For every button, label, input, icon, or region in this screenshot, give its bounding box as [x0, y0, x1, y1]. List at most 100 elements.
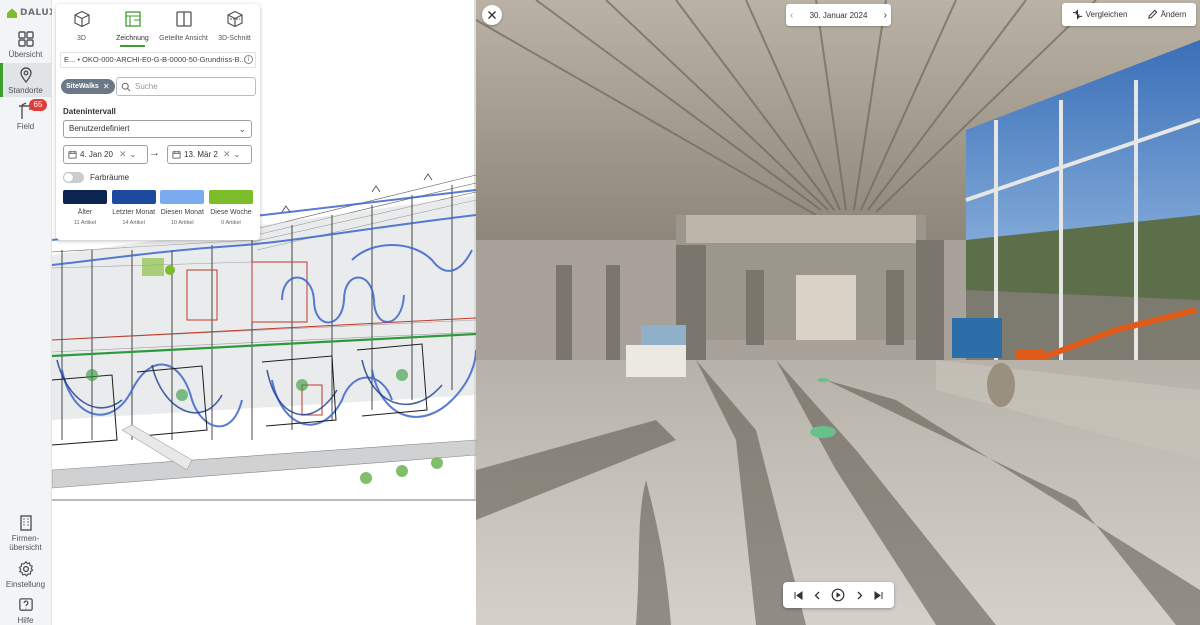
close-icon [488, 11, 496, 19]
date-interval-select[interactable]: Benutzerdefiniert ⌄ [63, 120, 252, 138]
legend-swatch [63, 190, 107, 204]
help-icon [18, 598, 33, 611]
arrow-right-icon: → [149, 147, 160, 159]
change-label: Ändern [1160, 10, 1187, 19]
nav-label-hilfe: Hilfe [17, 616, 34, 625]
view-panel: 3D Zeichnung Geteilte Ansicht 3D-Schnitt… [56, 4, 260, 240]
date-to-picker[interactable]: 13. Mär 2 ✕ ⌄ [167, 145, 252, 164]
legend-count: 11 Artikel [73, 220, 97, 226]
legend-item: Diesen Monat 10 Artikel [160, 190, 205, 226]
legend-swatch [208, 190, 253, 204]
legend-count: 14 Artikel [122, 220, 145, 226]
chevron-down-icon: ⌄ [233, 150, 241, 159]
nav-item-hilfe[interactable]: Hilfe [0, 597, 51, 625]
compare-icon [1072, 9, 1082, 20]
section-cube-icon [226, 10, 243, 28]
pencil-icon [1147, 9, 1157, 19]
previous-date-button[interactable]: ‹ [790, 10, 793, 21]
next-date-button[interactable]: › [884, 10, 887, 21]
document-name: E... • OKO-000-ARCHI-E0-G-B-0000-50-Grun… [64, 55, 246, 64]
step-back-icon[interactable] [812, 590, 823, 601]
nav-label-field: Field [16, 122, 35, 131]
date-from-picker[interactable]: 4. Jan 20 ✕ ⌄ [63, 145, 148, 164]
legend-label: Diesen Monat [160, 209, 204, 216]
farbraeume-toggle-row: Farbräume [63, 171, 129, 183]
building-icon [19, 515, 32, 531]
legend-swatch [111, 190, 156, 204]
legend-item: Diese Woche 0 Artikel [208, 190, 253, 226]
legend-label: Älter [77, 209, 93, 216]
compare-label: Vergleichen [1085, 10, 1128, 19]
nav-item-firmenuebersicht[interactable]: Firmen- übersicht [0, 514, 51, 554]
tab-label-3d: 3D [77, 35, 86, 42]
grid-icon [17, 31, 34, 47]
date-to-value: 13. Mär 2 [184, 150, 218, 159]
playback-controls [783, 582, 894, 608]
legend-item: Letzter Monat 14 Artikel [111, 190, 156, 226]
split-view-icon [175, 11, 192, 27]
search-box [116, 77, 256, 96]
document-selector[interactable]: E... • OKO-000-ARCHI-E0-G-B-0000-50-Grun… [60, 52, 256, 68]
date-interval-label: Datenintervall [63, 107, 116, 116]
legend-label: Diese Woche [210, 209, 252, 216]
gear-icon [18, 560, 33, 577]
farbraeume-toggle[interactable] [63, 171, 84, 183]
info-icon[interactable]: i [244, 55, 253, 64]
skip-to-end-icon[interactable] [873, 590, 884, 601]
nav-label-standorte: Standorte [8, 86, 43, 95]
dalux-logo: DALUX [6, 6, 57, 20]
left-navigation: DALUX Übersicht Standorte 65 Field Firme… [0, 0, 56, 625]
tab-label-3d-schnitt: 3D-Schnitt [218, 35, 251, 42]
change-button[interactable]: Ändern [1147, 9, 1187, 20]
nav-label-einstellung: Einstellung [5, 580, 46, 589]
sitewalks-filter-chip: SiteWalks ✕ [61, 79, 115, 94]
legend-count: 10 Artikel [171, 220, 194, 226]
legend-swatch [160, 190, 205, 204]
nav-item-field[interactable]: 65 Field [0, 99, 51, 132]
chip-remove-icon[interactable]: ✕ [103, 79, 110, 94]
cube-icon [73, 10, 90, 28]
nav-item-uebersicht[interactable]: Übersicht [0, 30, 51, 60]
compare-button[interactable]: Vergleichen [1072, 9, 1128, 20]
nav-label-uebersicht: Übersicht [8, 50, 43, 59]
tab-label-geteilte-ansicht: Geteilte Ansicht [159, 35, 208, 42]
legend-item: Älter 11 Artikel [63, 190, 107, 226]
date-from-value: 4. Jan 20 [80, 150, 113, 159]
house-logo-icon [7, 8, 17, 18]
tab-3d[interactable]: 3D [56, 4, 107, 48]
play-icon[interactable] [831, 588, 845, 602]
skip-to-start-icon[interactable] [793, 590, 804, 601]
date-interval-value: Benutzerdefiniert [69, 124, 130, 133]
tab-3d-schnitt[interactable]: 3D-Schnitt [209, 4, 260, 48]
chip-label: SiteWalks [66, 83, 99, 90]
calendar-icon [172, 150, 181, 159]
drawing-icon [124, 11, 141, 27]
tab-geteilte-ansicht[interactable]: Geteilte Ansicht [158, 4, 209, 48]
field-notification-badge: 65 [29, 99, 47, 111]
legend-count: 0 Artikel [221, 220, 241, 226]
nav-item-einstellung[interactable]: Einstellung [0, 560, 51, 590]
clear-date-from-icon[interactable]: ✕ [119, 149, 127, 160]
step-forward-icon[interactable] [854, 590, 865, 601]
nav-item-standorte[interactable]: Standorte [0, 63, 51, 97]
legend-label: Letzter Monat [112, 209, 156, 216]
panorama-image [476, 0, 1200, 625]
nav-label-firmenuebersicht: Firmen- übersicht [9, 534, 42, 552]
search-input[interactable] [135, 82, 245, 91]
chevron-down-icon: ⌄ [238, 124, 246, 134]
clear-date-to-icon[interactable]: ✕ [223, 149, 231, 160]
capture-date: 30. Januar 2024 [809, 10, 868, 20]
viewer-actions: Vergleichen Ändern [1062, 3, 1196, 26]
capture-date-navigator: ‹ 30. Januar 2024 › [786, 4, 891, 26]
panorama-viewer[interactable] [476, 0, 1200, 625]
view-tabs: 3D Zeichnung Geteilte Ansicht 3D-Schnitt [56, 4, 260, 48]
tab-label-zeichnung: Zeichnung [116, 35, 149, 42]
location-pin-icon [19, 67, 32, 84]
tab-zeichnung[interactable]: Zeichnung [107, 4, 158, 48]
chevron-down-icon: ⌄ [129, 150, 137, 159]
search-icon [121, 82, 131, 91]
color-legend: Älter 11 Artikel Letzter Monat 14 Artike… [63, 190, 253, 226]
farbraeume-label: Farbräume [90, 172, 130, 182]
calendar-icon [68, 150, 77, 159]
close-viewer-button[interactable] [482, 5, 502, 25]
